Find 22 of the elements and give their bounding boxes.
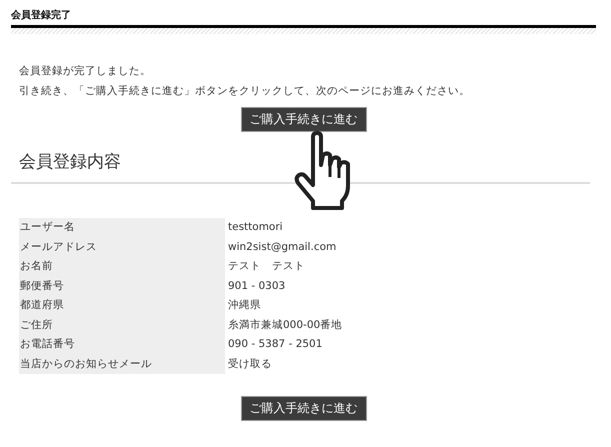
field-label: お名前 bbox=[19, 257, 225, 276]
proceed-button[interactable]: ご購入手続きに進む bbox=[240, 396, 366, 421]
field-value: 糸満市兼城000-00番地 bbox=[227, 318, 342, 332]
field-value: win2sist@gmail.com bbox=[227, 240, 338, 254]
field-value: 受け取る bbox=[227, 356, 273, 372]
field-value: 901 - 0303 bbox=[227, 278, 286, 294]
proceed-button[interactable]: ご購入手続きに進む bbox=[240, 107, 366, 132]
field-label: ご住所 bbox=[19, 316, 225, 335]
field-value: 沖縄県 bbox=[227, 298, 262, 313]
section-heading: 会員登録内容 bbox=[19, 151, 122, 173]
field-label: 郵便番号 bbox=[19, 276, 225, 296]
field-value: testtomori bbox=[227, 220, 284, 235]
page-title: 会員登録完了 bbox=[11, 8, 72, 23]
field-value: テスト テスト bbox=[227, 259, 306, 274]
field-label: お電話番号 bbox=[19, 335, 225, 354]
field-value: 090 - 5387 - 2501 bbox=[227, 337, 324, 352]
field-label: ユーザー名 bbox=[19, 218, 225, 238]
field-label: 当店からのお知らせメール bbox=[19, 354, 225, 374]
message-text: 会員登録が完了しました。 bbox=[19, 64, 152, 79]
field-label: 都道府県 bbox=[19, 296, 225, 316]
message-text: 引き続き、「ご購入手続きに進む」ボタンをクリックして、次のページにお進みください。 bbox=[19, 84, 471, 99]
field-label: メールアドレス bbox=[19, 238, 225, 257]
